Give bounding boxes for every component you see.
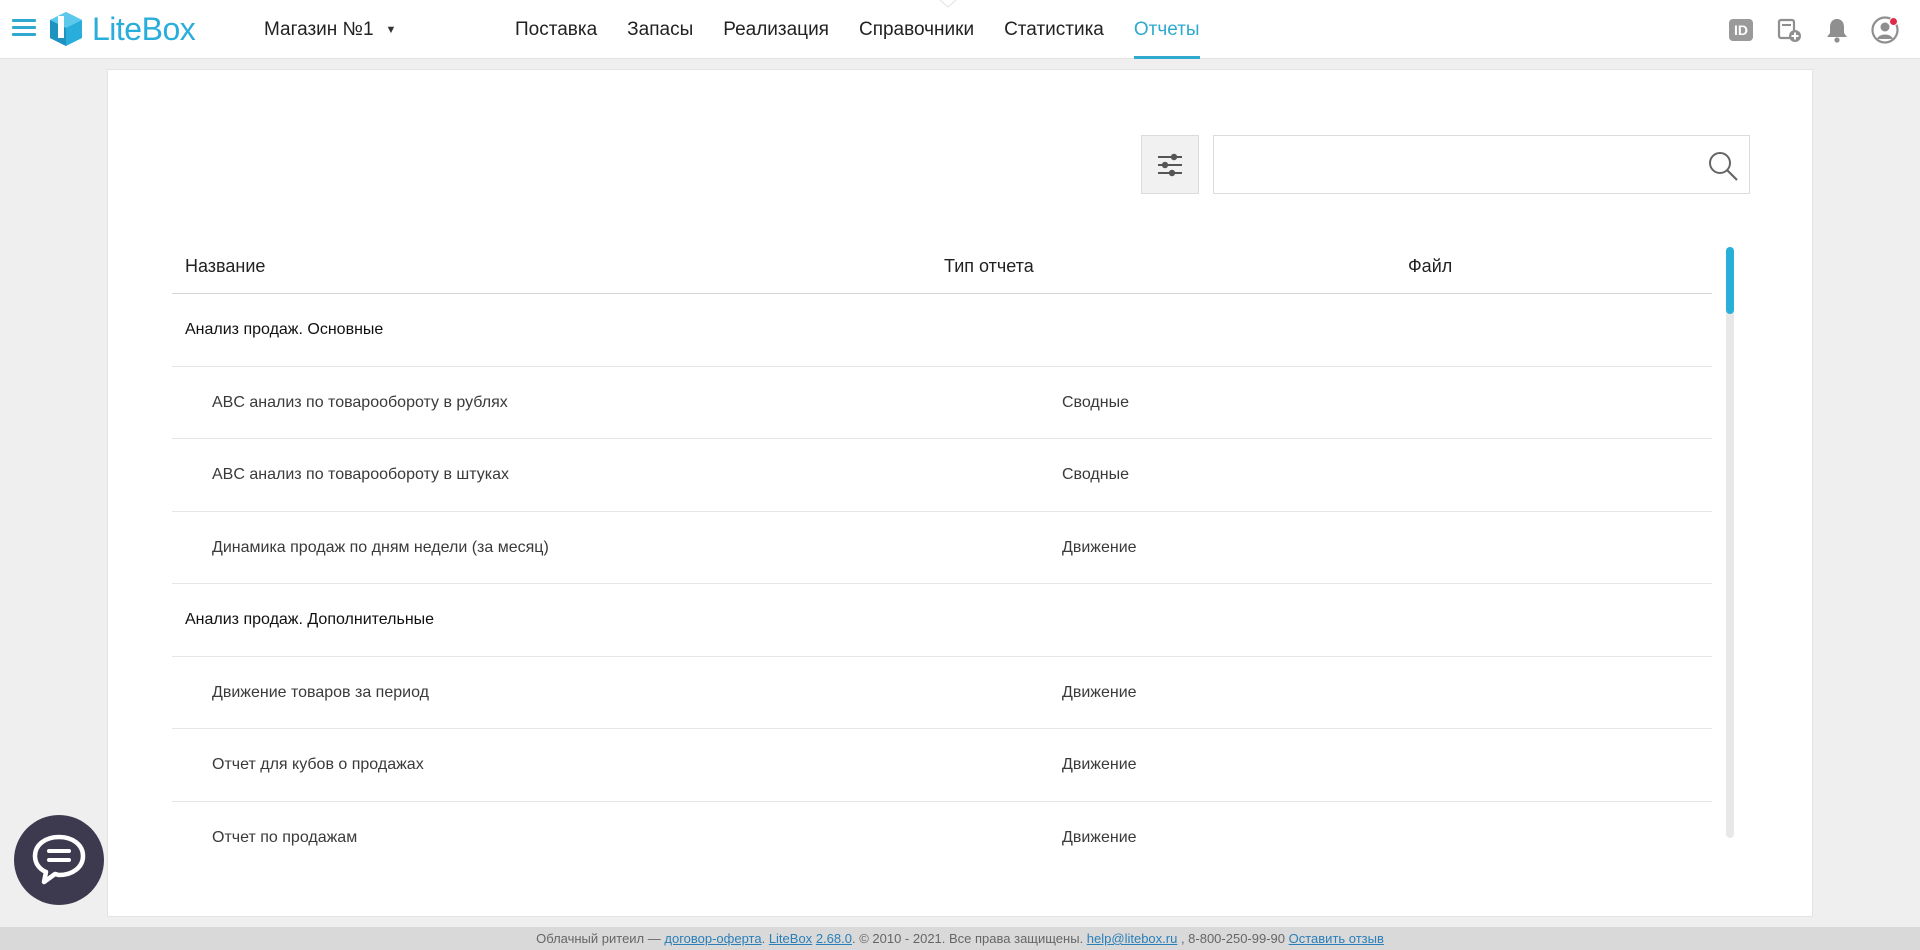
report-name[interactable]: Динамика продаж по дням недели (за месяц… — [212, 512, 549, 584]
reports-card: Название Тип отчета Файл Анализ продаж. … — [107, 69, 1813, 917]
footer-separator: . — [761, 931, 769, 946]
id-icon[interactable]: ID — [1726, 15, 1756, 45]
table-header: Название Тип отчета Файл — [172, 238, 1712, 294]
nav-item-otchety[interactable]: Отчеты — [1119, 0, 1215, 59]
logo[interactable]: LiteBox — [48, 9, 196, 49]
offer-link[interactable]: договор-оферта — [664, 931, 761, 946]
version-link[interactable]: 2.68.0 — [816, 931, 852, 946]
nav-item-statistika[interactable]: Статистика — [989, 0, 1119, 59]
report-type: Сводные — [1062, 393, 1129, 411]
group-row: Анализ продаж. Дополнительные — [172, 584, 1712, 657]
search-input[interactable] — [1214, 136, 1694, 193]
footer-copyright: . © 2010 - 2021. Все права защищены. — [851, 931, 1087, 946]
scrollbar-thumb[interactable] — [1726, 247, 1734, 314]
report-name[interactable]: Отчет для кубов о продажах — [212, 729, 424, 801]
group-title: Анализ продаж. Дополнительные — [185, 611, 435, 628]
footer-text: Облачный ритеил — — [536, 931, 665, 946]
table-row[interactable]: ABC анализ по товарообороту в рублях Сво… — [172, 367, 1712, 439]
litebox-link[interactable]: LiteBox — [769, 931, 812, 946]
table-row[interactable]: Движение товаров за период Движение — [172, 657, 1712, 729]
chat-button[interactable] — [14, 815, 104, 905]
id-badge: ID — [1729, 18, 1753, 41]
user-avatar-icon[interactable] — [1870, 15, 1900, 45]
chat-icon — [32, 834, 86, 885]
table-row[interactable]: Динамика продаж по дням недели (за месяц… — [172, 512, 1712, 584]
filter-button[interactable] — [1141, 135, 1199, 194]
litebox-logo-icon — [50, 12, 82, 46]
footer-phone: , 8-800-250-99-90 — [1177, 931, 1289, 946]
top-bar: LiteBox Магазин №1 ▼ Поставка Запасы Реа… — [0, 0, 1920, 59]
dropdown-notch-icon — [939, 0, 957, 8]
report-type: Движение — [1062, 756, 1137, 773]
report-type: Движение — [1062, 683, 1137, 701]
report-name[interactable]: Отчет по продажам — [212, 802, 357, 874]
report-name[interactable]: ABC анализ по товарообороту в штуках — [212, 439, 509, 511]
bell-icon[interactable] — [1822, 15, 1852, 45]
notification-dot — [1889, 16, 1898, 26]
report-type: Движение — [1062, 828, 1137, 846]
table-row[interactable]: ABC анализ по товарообороту в штуках Сво… — [172, 439, 1712, 512]
top-actions: ID — [1708, 0, 1900, 59]
store-selector[interactable]: Магазин №1 ▼ — [264, 16, 396, 44]
menu-icon[interactable] — [12, 19, 38, 39]
group-title: Анализ продаж. Основные — [185, 321, 384, 338]
nav-item-spravochniki[interactable]: Справочники — [844, 0, 989, 59]
chevron-down-icon: ▼ — [385, 24, 397, 36]
nav-item-postavka[interactable]: Поставка — [500, 0, 612, 59]
logo-text: LiteBox — [92, 10, 196, 47]
report-type: Сводные — [1062, 466, 1129, 483]
report-name[interactable]: Движение товаров за период — [212, 657, 429, 729]
table-row[interactable]: Отчет для кубов о продажах Движение — [172, 729, 1712, 802]
reports-table: Название Тип отчета Файл Анализ продаж. … — [172, 238, 1712, 874]
store-name: Магазин №1 — [264, 19, 374, 40]
feedback-link[interactable]: Оставить отзыв — [1289, 931, 1384, 946]
report-name[interactable]: ABC анализ по товарообороту в рублях — [212, 367, 508, 439]
column-header-file[interactable]: Файл — [1408, 238, 1452, 294]
column-header-type[interactable]: Тип отчета — [944, 238, 1034, 294]
main-nav: Поставка Запасы Реализация Справочники С… — [500, 0, 1215, 59]
report-type: Движение — [1062, 538, 1137, 556]
table-row[interactable]: Отчет по продажам Движение — [172, 802, 1712, 875]
footer: Облачный ритеил — договор-оферта. LiteBo… — [0, 927, 1920, 950]
sliders-icon — [1158, 153, 1182, 176]
search-icon[interactable] — [1707, 150, 1739, 182]
search-box — [1213, 135, 1750, 194]
nav-item-zapasy[interactable]: Запасы — [612, 0, 708, 59]
table-scrollbar[interactable] — [1726, 247, 1734, 838]
column-header-name[interactable]: Название — [185, 238, 265, 294]
group-row: Анализ продаж. Основные — [172, 294, 1712, 367]
support-email-link[interactable]: help@litebox.ru — [1087, 931, 1178, 946]
add-document-icon[interactable] — [1774, 15, 1804, 45]
nav-item-realizaciya[interactable]: Реализация — [708, 0, 844, 59]
